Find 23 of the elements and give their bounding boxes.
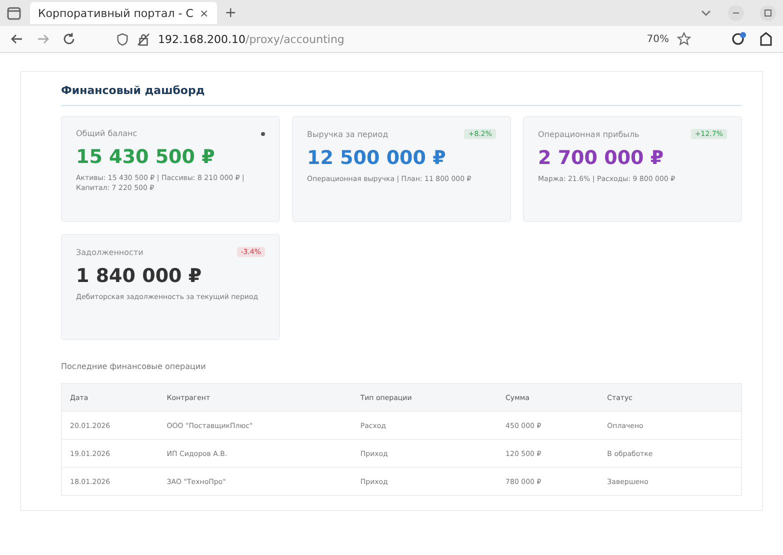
browser-tab[interactable]: Корпоративный портал - С ×: [30, 2, 217, 24]
card-value: 2 700 000 ₽: [538, 147, 665, 169]
back-icon[interactable]: [10, 32, 24, 46]
tab-title: Корпоративный портал - С: [38, 6, 194, 20]
shield-icon: [116, 32, 129, 46]
lock-crossed-icon: [137, 32, 150, 46]
card-label: Задолженности: [76, 248, 144, 256]
maximize-icon[interactable]: [759, 4, 777, 22]
page-title: Финансовый дашборд: [61, 84, 742, 106]
card-label: Общий баланс: [76, 129, 138, 138]
reload-icon[interactable]: [62, 32, 76, 46]
card-label: Выручка за период: [307, 130, 388, 138]
new-tab-button[interactable]: +: [224, 5, 236, 21]
zoom-level[interactable]: 70%: [646, 34, 669, 44]
card-value: 15 430 500 ₽: [76, 146, 216, 168]
section-title: Последние финансовые операции: [61, 362, 207, 371]
url-text: 192.168.200.10/proxy/accounting: [158, 32, 344, 46]
star-icon[interactable]: [677, 32, 691, 46]
card-value: 1 840 000 ₽: [76, 265, 203, 287]
card-value: 12 500 000 ₽: [307, 147, 447, 169]
tab-overview-icon[interactable]: [6, 5, 22, 21]
close-tab-button[interactable]: ×: [199, 6, 209, 20]
card-label: Операционная прибыль: [538, 130, 640, 138]
